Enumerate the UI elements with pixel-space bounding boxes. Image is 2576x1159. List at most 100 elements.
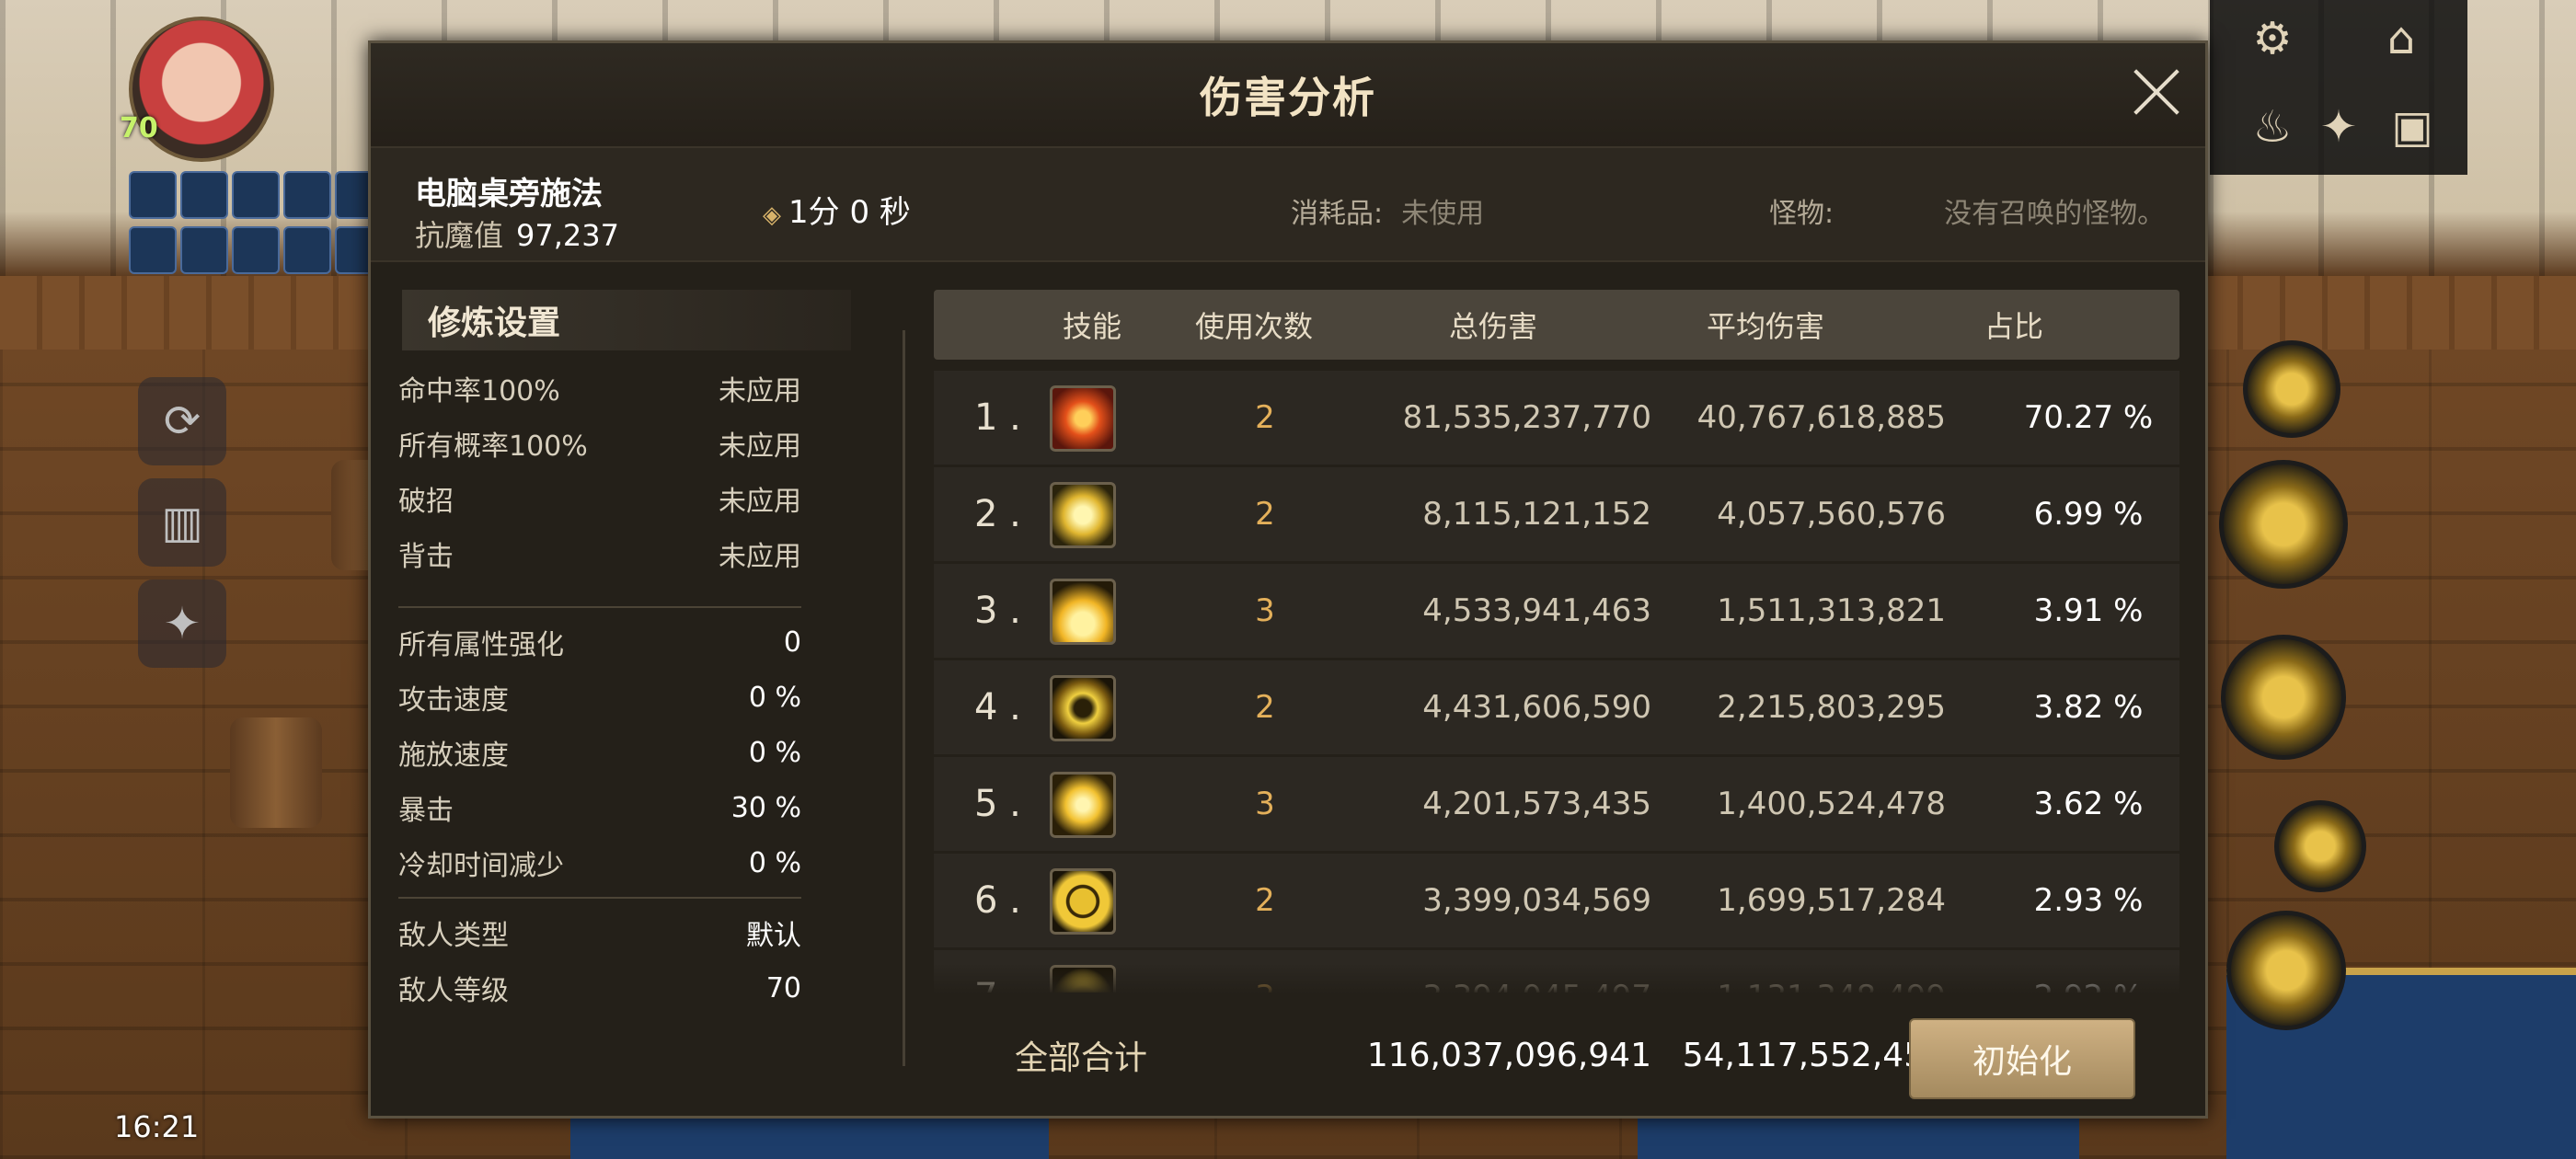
buff-icon	[129, 171, 177, 219]
setting-row: 所有概率100% 未应用	[398, 417, 801, 470]
buff-icon	[129, 226, 177, 274]
refresh-icon[interactable]: ⟳	[138, 377, 226, 465]
duration-value: 1分 0 秒	[788, 194, 911, 231]
row-uses: 2	[1255, 689, 1275, 726]
row-total: 4,533,941,463	[1422, 592, 1651, 629]
table-row: 1 . 2 81,535,237,770 40,767,618,885 70.2…	[934, 371, 2179, 465]
consumable-info: 消耗品: 未使用	[1291, 190, 1484, 231]
info-bar: 电脑桌旁施法 抗魔值 97,237 ◈ 1分 0 秒 消耗品: 未使用 怪物: 没有召唤…	[371, 148, 2205, 262]
buff-icon	[180, 171, 228, 219]
row-rank: 4 .	[974, 686, 1021, 729]
gear-icon[interactable]: ⚙	[2245, 11, 2300, 66]
skill-icon	[1050, 482, 1116, 548]
resist-value: 97,237	[516, 218, 619, 253]
table-row: 4 . 2 4,431,606,590 2,215,803,295 3.82 %	[934, 660, 2179, 754]
setting-label: 敌人等级	[398, 975, 509, 1007]
consumable-label: 消耗品:	[1291, 198, 1384, 230]
damage-table[interactable]: 1 . 2 81,535,237,770 40,767,618,885 70.2…	[934, 371, 2179, 993]
header-total: 总伤害	[1449, 309, 1538, 344]
table-row: 2 . 2 8,115,121,152 4,057,560,576 6.99 %	[934, 467, 2179, 561]
dialog-title: 伤害分析	[371, 43, 2205, 148]
setting-row: 暴击 30 %	[398, 781, 801, 834]
top-right-menu: ⚙ ⌂ ♨ ✦ ▣	[2210, 0, 2467, 175]
row-avg: 4,057,560,576	[1717, 496, 1946, 533]
row-total: 8,115,121,152	[1422, 496, 1651, 533]
skill-button[interactable]	[2226, 911, 2346, 1030]
setting-value: 默认	[746, 920, 801, 952]
row-pct: 3.82 %	[2033, 689, 2144, 726]
row-pct: 2.93 %	[2033, 882, 2144, 919]
stats-icon[interactable]: ▥	[138, 478, 226, 567]
setting-row: 敌人类型 默认	[398, 906, 801, 959]
setting-value: 0	[783, 625, 801, 659]
setting-label: 背击	[398, 541, 454, 573]
setting-label: 破招	[398, 486, 454, 518]
chest-icon[interactable]: ▣	[2385, 99, 2440, 155]
row-rank: 3 .	[974, 590, 1021, 632]
total-average-sum: 54,117,552,455	[1682, 1036, 1946, 1074]
total-damage-sum: 116,037,096,941	[1366, 1036, 1651, 1074]
setting-value: 未应用	[719, 375, 801, 407]
setting-value: 0 %	[748, 681, 801, 714]
setting-label: 命中率100%	[398, 375, 560, 407]
header-skill: 技能	[1063, 309, 1122, 344]
setting-label: 所有概率100%	[398, 430, 588, 463]
damage-analysis-dialog: 伤害分析 电脑桌旁施法 抗魔值 97,237 ◈ 1分 0 秒 消耗品: 未使用 怪物…	[368, 40, 2208, 1119]
setting-value: 0 %	[748, 736, 801, 769]
row-rank: 5 .	[974, 783, 1021, 825]
player-level: 70	[120, 112, 158, 144]
skill-button[interactable]	[2221, 635, 2346, 760]
skill-button[interactable]	[2243, 340, 2340, 438]
sparkle-icon[interactable]: ✦	[2311, 99, 2366, 155]
table-row: 5 . 3 4,201,573,435 1,400,524,478 3.62 %	[934, 757, 2179, 851]
skill-button[interactable]	[2219, 460, 2348, 589]
row-uses: 2	[1255, 399, 1275, 436]
setting-row: 命中率100% 未应用	[398, 361, 801, 415]
pot-icon[interactable]: ♨	[2245, 99, 2300, 155]
skill-icon	[1050, 385, 1116, 452]
setting-row: 攻击速度 0 %	[398, 671, 801, 724]
reset-button[interactable]: 初始化	[1909, 1018, 2135, 1099]
home-icon[interactable]: ⌂	[2374, 11, 2429, 66]
row-uses: 3	[1255, 592, 1275, 629]
compass-icon[interactable]: ✦	[138, 580, 226, 668]
buff-icon	[232, 226, 280, 274]
setting-value: 70	[765, 971, 801, 1004]
monster-label: 怪物:	[1769, 198, 1834, 230]
row-avg: 1,400,524,478	[1717, 786, 1946, 822]
row-avg: 2,215,803,295	[1717, 689, 1946, 726]
row-pct: 6.99 %	[2033, 496, 2144, 533]
row-avg: 1,699,517,284	[1717, 882, 1946, 919]
skill-icon	[1050, 675, 1116, 741]
header-avg: 平均伤害	[1707, 309, 1825, 344]
character-name: 电脑桌旁施法	[415, 176, 603, 212]
setting-row: 敌人等级 70	[398, 961, 801, 1015]
row-pct: 70.27 %	[2023, 399, 2154, 436]
row-avg: 1,511,313,821	[1717, 592, 1946, 629]
close-icon[interactable]	[2128, 63, 2185, 120]
monster-value: 没有召唤的怪物。	[1944, 198, 2166, 230]
scroll-fade	[934, 963, 2179, 994]
setting-label: 敌人类型	[398, 920, 509, 952]
buff-icon	[283, 226, 331, 274]
buff-icon	[232, 171, 280, 219]
scene-barrel	[230, 717, 322, 828]
setting-label: 攻击速度	[398, 684, 509, 717]
setting-value: 0 %	[748, 846, 801, 879]
row-uses: 2	[1255, 496, 1275, 533]
setting-row: 施放速度 0 %	[398, 726, 801, 779]
clock: 16:21	[114, 1109, 200, 1144]
buff-icon-grid	[129, 171, 386, 274]
setting-row: 冷却时间减少 0 %	[398, 836, 801, 889]
setting-row: 破招 未应用	[398, 472, 801, 525]
skill-button[interactable]	[2274, 800, 2366, 892]
row-total: 81,535,237,770	[1402, 399, 1651, 436]
consumable-value: 未使用	[1401, 198, 1485, 230]
settings-title: 修炼设置	[402, 290, 851, 350]
row-pct: 3.62 %	[2033, 786, 2144, 822]
setting-label: 施放速度	[398, 740, 509, 772]
setting-value: 30 %	[730, 791, 801, 824]
row-uses: 2	[1255, 882, 1275, 919]
table-header: 技能 使用次数 总伤害 平均伤害 占比	[934, 290, 2179, 360]
setting-label: 冷却时间减少	[398, 850, 564, 882]
